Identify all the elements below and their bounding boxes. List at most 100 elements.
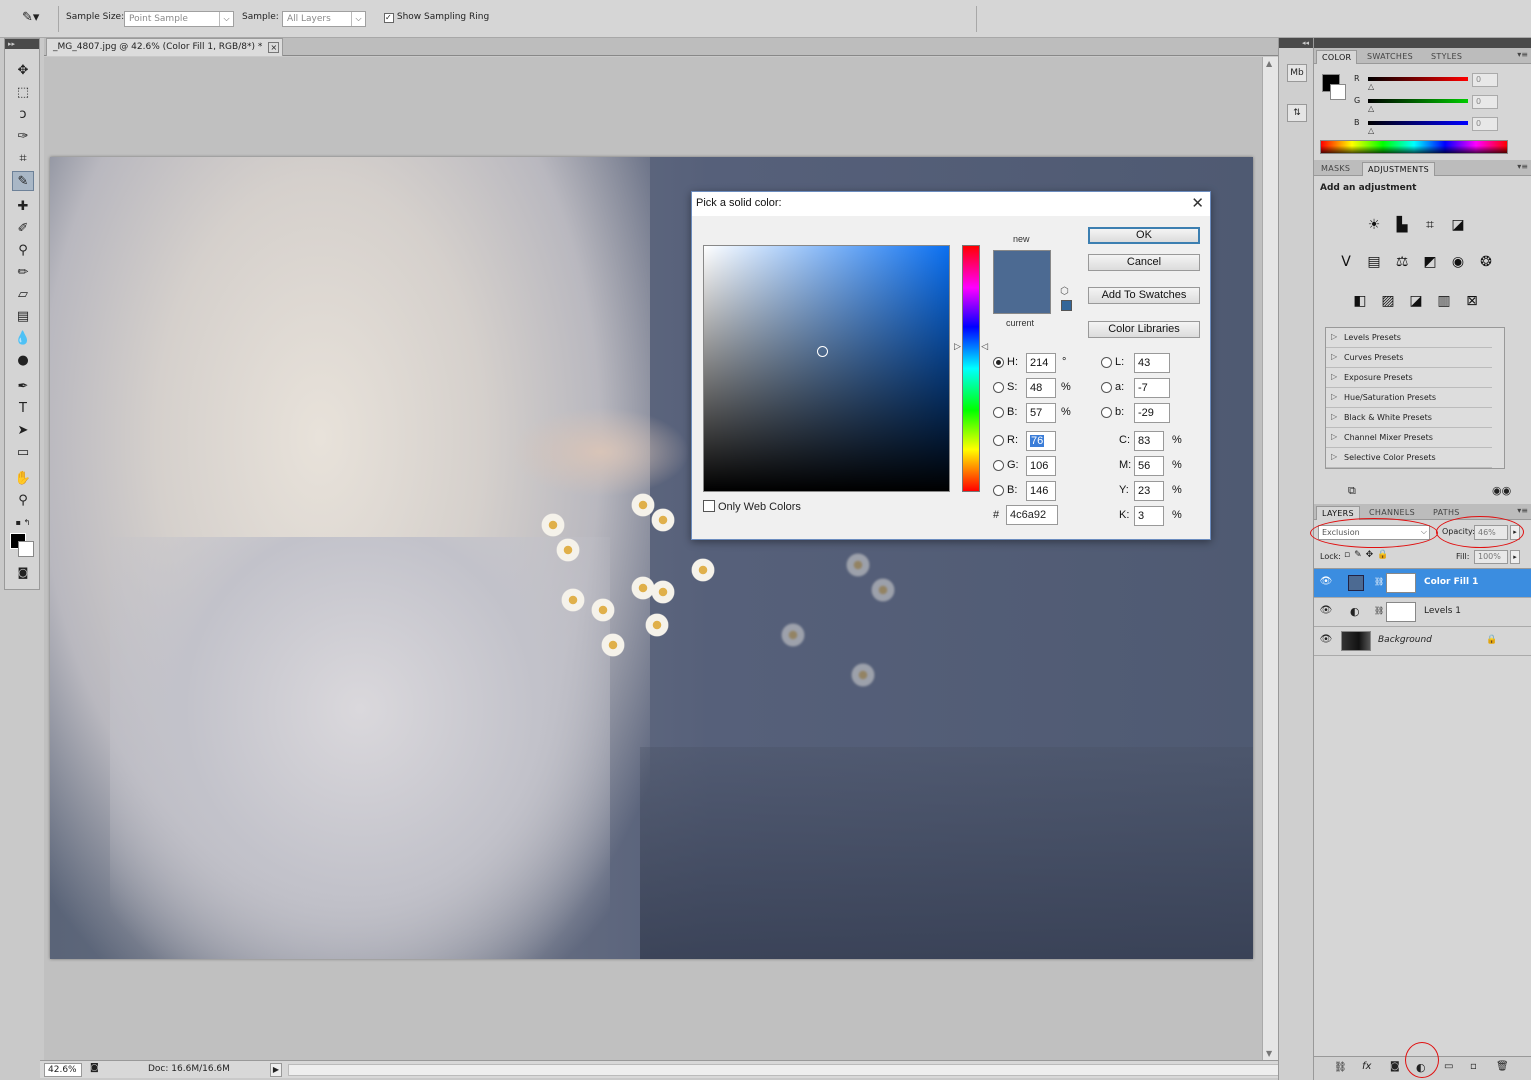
scroll-down-icon[interactable]: ▼ xyxy=(1266,1049,1272,1058)
lock-options-icons[interactable]: ▫✎✥🔒 xyxy=(1344,550,1392,560)
layer-style-icon[interactable]: fx xyxy=(1362,1061,1371,1072)
new-layer-icon[interactable]: ▫ xyxy=(1470,1061,1477,1072)
visibility-toggle-icon[interactable]: ◉◉ xyxy=(1492,484,1511,497)
eyedropper-tool-icon[interactable]: ✎▾ xyxy=(22,10,39,25)
red-value[interactable]: 0 xyxy=(1472,73,1498,87)
saturation-input[interactable]: 48 xyxy=(1026,378,1056,398)
gamut-warning-icon[interactable]: ⬡ xyxy=(1060,286,1069,297)
black-input[interactable]: 3 xyxy=(1134,506,1164,526)
exposure-icon[interactable]: ◪ xyxy=(1447,215,1469,235)
list-item[interactable]: ▷ Exposure Presets xyxy=(1326,368,1492,388)
gradient-tool-icon[interactable]: ▤ xyxy=(12,307,34,327)
tab-swatches[interactable]: SWATCHES xyxy=(1362,50,1418,64)
new-group-icon[interactable]: ▭ xyxy=(1444,1061,1453,1072)
pen-tool-icon[interactable]: ✒ xyxy=(12,377,34,397)
posterize-icon[interactable]: ▨ xyxy=(1377,291,1399,311)
eraser-tool-icon[interactable]: ▱ xyxy=(12,285,34,305)
hue-radio[interactable] xyxy=(993,357,1004,368)
close-icon[interactable]: × xyxy=(268,42,280,53)
a-channel-input[interactable]: -7 xyxy=(1134,378,1170,398)
quick-mask-icon[interactable]: ◙ xyxy=(12,563,34,583)
list-item[interactable]: ▷ Hue/Saturation Presets xyxy=(1326,388,1492,408)
dock-collapse-icon[interactable]: ◂◂ xyxy=(1279,38,1313,48)
link-icon[interactable]: ⛓ xyxy=(1374,577,1384,586)
clone-stamp-tool-icon[interactable]: ⚲ xyxy=(12,241,34,261)
list-item[interactable]: ▷ Levels Presets xyxy=(1326,328,1492,348)
fill-slider-arrow-icon[interactable]: ▸ xyxy=(1510,550,1520,564)
layer-name[interactable]: Levels 1 xyxy=(1424,606,1461,616)
vibrance-icon[interactable]: V xyxy=(1335,252,1357,272)
shape-tool-icon[interactable]: ▭ xyxy=(12,443,34,463)
layer-row[interactable]: 👁 ⛓ Color Fill 1 xyxy=(1314,569,1531,598)
web-safe-swatch[interactable] xyxy=(1061,300,1072,311)
layer-row[interactable]: 👁 Background 🔒 xyxy=(1314,627,1531,656)
panel-menu-icon[interactable]: ▾≡ xyxy=(1517,50,1528,59)
list-item[interactable]: ▷ Black & White Presets xyxy=(1326,408,1492,428)
panel-menu-icon[interactable]: ▾≡ xyxy=(1517,506,1528,515)
color-libraries-button[interactable]: Color Libraries xyxy=(1088,321,1200,338)
blue-value[interactable]: 0 xyxy=(1472,117,1498,131)
horizontal-scrollbar[interactable] xyxy=(288,1064,1298,1076)
a-channel-radio[interactable] xyxy=(1101,382,1112,393)
type-tool-icon[interactable]: T xyxy=(12,399,34,419)
color-balance-icon[interactable]: ⚖ xyxy=(1391,252,1413,272)
marquee-tool-icon[interactable]: ⬚ xyxy=(12,83,34,103)
green-input[interactable]: 106 xyxy=(1026,456,1056,476)
green-radio[interactable] xyxy=(993,460,1004,471)
hex-input[interactable]: 4c6a92 xyxy=(1006,505,1058,525)
background-color-swatch[interactable] xyxy=(1330,84,1346,100)
blur-tool-icon[interactable]: 💧 xyxy=(12,329,34,349)
tab-masks[interactable]: MASKS xyxy=(1316,162,1355,176)
saturation-radio[interactable] xyxy=(993,382,1004,393)
brush-tool-icon[interactable]: ✐ xyxy=(12,219,34,239)
status-info-icon[interactable]: ◙ xyxy=(90,1063,99,1073)
zoom-tool-icon[interactable]: ⚲ xyxy=(12,491,34,511)
list-item[interactable]: ▷ Selective Color Presets xyxy=(1326,448,1492,468)
photo-filter-icon[interactable]: ◉ xyxy=(1447,252,1469,272)
hue-slider[interactable]: ▷ ◁ xyxy=(954,245,988,492)
history-icon[interactable]: ⇅ xyxy=(1287,104,1307,122)
brightness-radio[interactable] xyxy=(993,407,1004,418)
only-web-colors-checkbox[interactable]: Only Web Colors xyxy=(703,500,801,513)
color-spectrum-bar[interactable] xyxy=(1320,140,1508,154)
gradient-map-icon[interactable]: ▥ xyxy=(1433,291,1455,311)
magenta-input[interactable]: 56 xyxy=(1134,456,1164,476)
layer-name[interactable]: Background xyxy=(1378,635,1432,645)
panel-collapse-icon[interactable]: ▸▸ xyxy=(5,39,39,49)
status-menu-arrow-icon[interactable]: ▶ xyxy=(270,1063,282,1077)
sample-size-select[interactable]: Point Sample ⌵ xyxy=(124,11,234,27)
color-field[interactable] xyxy=(703,245,950,492)
eye-icon[interactable]: 👁 xyxy=(1318,605,1334,619)
add-to-swatches-button[interactable]: Add To Swatches xyxy=(1088,287,1200,304)
b-channel-input[interactable]: -29 xyxy=(1134,403,1170,423)
yellow-input[interactable]: 23 xyxy=(1134,481,1164,501)
show-sampling-ring-checkbox[interactable]: ✓ Show Sampling Ring xyxy=(384,12,489,23)
list-item[interactable]: ▷ Channel Mixer Presets xyxy=(1326,428,1492,448)
link-layers-icon[interactable]: ⛓ xyxy=(1334,1062,1347,1073)
channel-mixer-icon[interactable]: ❂ xyxy=(1475,252,1497,272)
red-input[interactable]: 76 xyxy=(1026,431,1056,451)
history-brush-tool-icon[interactable]: ✏ xyxy=(12,263,34,283)
clip-to-layer-icon[interactable]: ⧉ xyxy=(1348,484,1356,498)
list-item[interactable]: ▷ Curves Presets xyxy=(1326,348,1492,368)
tab-color[interactable]: COLOR xyxy=(1316,50,1358,64)
red-radio[interactable] xyxy=(993,435,1004,446)
threshold-icon[interactable]: ◪ xyxy=(1405,291,1427,311)
blue-slider[interactable]: B △ 0 xyxy=(1354,117,1524,138)
tab-styles[interactable]: STYLES xyxy=(1426,50,1467,64)
dodge-tool-icon[interactable]: ● xyxy=(12,351,34,371)
zoom-field[interactable]: 42.6% xyxy=(44,1063,82,1077)
document-tab[interactable]: _MG_4807.jpg @ 42.6% (Color Fill 1, RGB/… xyxy=(46,38,284,56)
green-value[interactable]: 0 xyxy=(1472,95,1498,109)
link-icon[interactable]: ⛓ xyxy=(1374,606,1384,615)
hue-saturation-icon[interactable]: ▤ xyxy=(1363,252,1385,272)
fill-input[interactable]: 100% xyxy=(1474,550,1508,564)
curves-icon[interactable]: ⌗ xyxy=(1419,215,1441,235)
color-picker-ring[interactable] xyxy=(817,346,828,357)
healing-brush-tool-icon[interactable]: ✚ xyxy=(12,197,34,217)
eye-icon[interactable]: 👁 xyxy=(1318,576,1334,590)
swap-colors-icon[interactable]: ▪ ↰ xyxy=(12,513,34,533)
green-slider[interactable]: G △ 0 xyxy=(1354,95,1524,116)
black-white-icon[interactable]: ◩ xyxy=(1419,252,1441,272)
scroll-up-icon[interactable]: ▲ xyxy=(1266,59,1272,68)
